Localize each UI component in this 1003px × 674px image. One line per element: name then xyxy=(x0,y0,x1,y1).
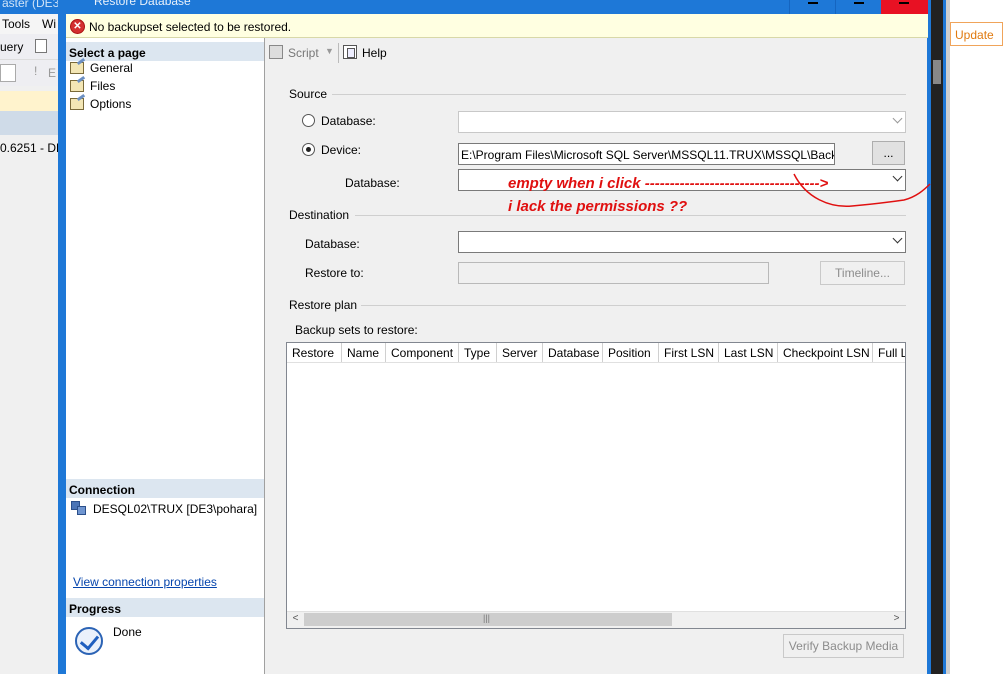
backup-sets-grid[interactable] xyxy=(286,342,906,629)
source-database-combo xyxy=(458,111,906,133)
progress-header: Progress xyxy=(66,598,264,617)
annotation-arrow-curve xyxy=(793,173,931,207)
select-page-header: Select a page xyxy=(66,42,264,61)
source-device-radio[interactable] xyxy=(302,143,315,156)
done-check-icon xyxy=(75,627,103,655)
background-toolbar: uery xyxy=(0,34,62,60)
error-icon: ✕ xyxy=(70,19,85,34)
annotation-line-1: empty when i click ---------------------… xyxy=(508,175,829,192)
background-title: aster (DE3 xyxy=(2,0,60,10)
menu-tools[interactable]: Tools xyxy=(2,17,30,31)
server-connection-icon xyxy=(71,501,87,515)
close-icon xyxy=(899,0,909,4)
destination-database-label: Database: xyxy=(305,237,360,251)
source-device-radio-label: Device: xyxy=(321,143,362,157)
restore-to-field xyxy=(458,262,769,284)
background-tree-item[interactable]: 0.6251 - DE xyxy=(0,141,64,155)
update-button[interactable]: Update xyxy=(950,22,1003,46)
source-database-radio-label: Database: xyxy=(321,114,376,128)
background-notice xyxy=(0,91,62,111)
new-query-label[interactable]: uery xyxy=(0,40,23,54)
script-button[interactable]: Script xyxy=(288,46,319,60)
column-header[interactable]: Name xyxy=(342,343,386,362)
column-header[interactable]: Restore xyxy=(287,343,342,362)
restore-plan-section-title: Restore plan xyxy=(289,298,358,312)
page-label: Options xyxy=(90,97,132,111)
backup-sets-label: Backup sets to restore: xyxy=(295,323,418,337)
chevron-down-icon xyxy=(892,233,903,244)
column-header[interactable]: First LSN xyxy=(659,343,719,362)
connection-text: DESQL02\TRUX [DE3\pohara] xyxy=(93,502,258,516)
chevron-down-icon xyxy=(892,113,903,124)
background-title-bar: aster (DE3 xyxy=(0,0,62,14)
restore-to-label: Restore to: xyxy=(305,266,364,280)
section-divider xyxy=(332,94,906,95)
scroll-grip-icon: ||| xyxy=(483,613,491,623)
progress-status: Done xyxy=(113,625,142,639)
column-header[interactable]: Server xyxy=(497,343,543,362)
maximize-button[interactable] xyxy=(835,0,881,14)
menu-window[interactable]: Wi xyxy=(42,17,56,31)
column-header[interactable]: Full LS xyxy=(873,343,905,362)
page-label: Files xyxy=(90,79,116,93)
column-header[interactable]: Last LSN xyxy=(719,343,778,362)
section-divider xyxy=(361,305,906,306)
column-header[interactable]: Component xyxy=(386,343,459,362)
device-database-label: Database: xyxy=(345,176,400,190)
help-button[interactable]: Help xyxy=(362,46,387,60)
dialog-title: Restore Database xyxy=(94,0,191,8)
grid-header: Restore Name Component Type Server Datab… xyxy=(287,343,905,363)
source-section-title: Source xyxy=(289,87,328,101)
view-connection-properties-link[interactable]: View connection properties xyxy=(73,575,217,589)
browse-device-button[interactable]: ... xyxy=(872,141,905,165)
annotation-line-2: i lack the permissions ?? xyxy=(508,198,688,215)
destination-section-title: Destination xyxy=(289,208,350,222)
background-scrollbar[interactable] xyxy=(931,0,943,674)
source-database-radio[interactable] xyxy=(302,114,315,127)
page-label: General xyxy=(90,61,133,75)
page-icon xyxy=(70,98,84,110)
execute-icon[interactable]: ! xyxy=(34,64,37,78)
close-button[interactable] xyxy=(881,0,928,14)
error-message: No backupset selected to be restored. xyxy=(89,20,292,34)
column-header[interactable]: Type xyxy=(459,343,497,362)
device-path-field[interactable]: E:\Program Files\Microsoft SQL Server\MS… xyxy=(458,143,835,165)
background-tab xyxy=(0,111,62,135)
maximize-icon xyxy=(854,0,864,4)
page-icon xyxy=(70,62,84,74)
page-icon xyxy=(70,80,84,92)
script-icon xyxy=(269,45,283,59)
scroll-right-icon[interactable]: > xyxy=(888,611,905,628)
connection-header: Connection xyxy=(66,479,264,498)
background-toolbar-2: ! E xyxy=(0,60,62,86)
column-header[interactable]: Database xyxy=(543,343,603,362)
new-file-icon[interactable] xyxy=(35,39,47,53)
minimize-button[interactable] xyxy=(789,0,835,14)
dropdown-icon[interactable] xyxy=(0,64,16,82)
timeline-button[interactable]: Timeline... xyxy=(820,261,905,285)
scroll-thumb[interactable] xyxy=(933,60,941,84)
minimize-icon xyxy=(808,0,818,4)
verify-backup-media-button[interactable]: Verify Backup Media xyxy=(783,634,904,658)
scroll-left-icon[interactable]: < xyxy=(287,611,304,628)
background-menu-bar: Tools Wi xyxy=(0,14,62,34)
column-header[interactable]: Position xyxy=(603,343,659,362)
execute-label[interactable]: E xyxy=(48,66,56,80)
destination-database-combo[interactable] xyxy=(458,231,906,253)
script-dropdown-arrow-icon[interactable]: ▼ xyxy=(325,46,334,56)
help-icon[interactable] xyxy=(343,45,357,59)
toolbar-separator xyxy=(338,43,339,63)
background-right-window xyxy=(946,0,1003,674)
section-divider xyxy=(355,215,906,216)
column-header[interactable]: Checkpoint LSN xyxy=(778,343,873,362)
